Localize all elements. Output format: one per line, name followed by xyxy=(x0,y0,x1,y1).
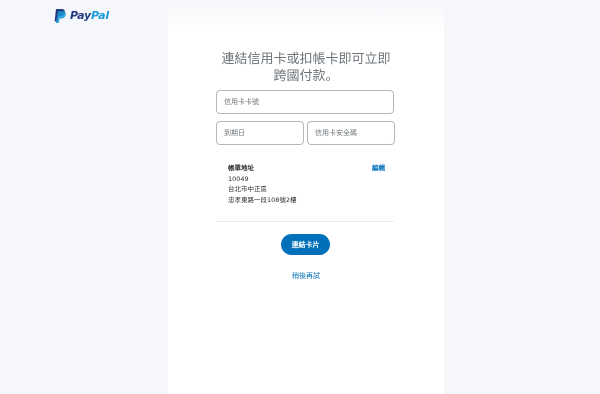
link-card-panel: 連結信用卡或扣帳卡即可立即跨國付款。 帳單地址 10049 台北市中正區 忠孝東… xyxy=(168,0,444,394)
section-divider xyxy=(216,221,394,222)
paypal-logo: PayPal xyxy=(54,9,109,23)
security-code-input[interactable] xyxy=(307,121,395,145)
link-card-button[interactable]: 連結卡片 xyxy=(281,234,330,255)
wordmark-pay: Pay xyxy=(70,9,92,22)
paypal-wordmark: PayPal xyxy=(70,9,109,23)
paypal-p-icon xyxy=(54,9,66,23)
expiry-date-input[interactable] xyxy=(216,121,304,145)
panel-top-fade xyxy=(168,0,444,30)
billing-address: 帳單地址 10049 台北市中正區 忠孝東路一段108號2樓 xyxy=(228,163,384,205)
billing-address-label: 帳單地址 xyxy=(228,164,254,172)
page-title: 連結信用卡或扣帳卡即可立即跨國付款。 xyxy=(221,52,391,84)
billing-city-district: 台北市中正區 xyxy=(228,185,267,193)
wordmark-pal: Pal xyxy=(91,9,109,22)
billing-postal-code: 10049 xyxy=(228,174,249,183)
card-number-input[interactable] xyxy=(216,90,394,114)
edit-billing-address-link[interactable]: 編輯 xyxy=(372,163,385,174)
billing-street: 忠孝東路一段108號2樓 xyxy=(228,195,297,204)
try-later-link[interactable]: 稍後再試 xyxy=(266,271,346,281)
